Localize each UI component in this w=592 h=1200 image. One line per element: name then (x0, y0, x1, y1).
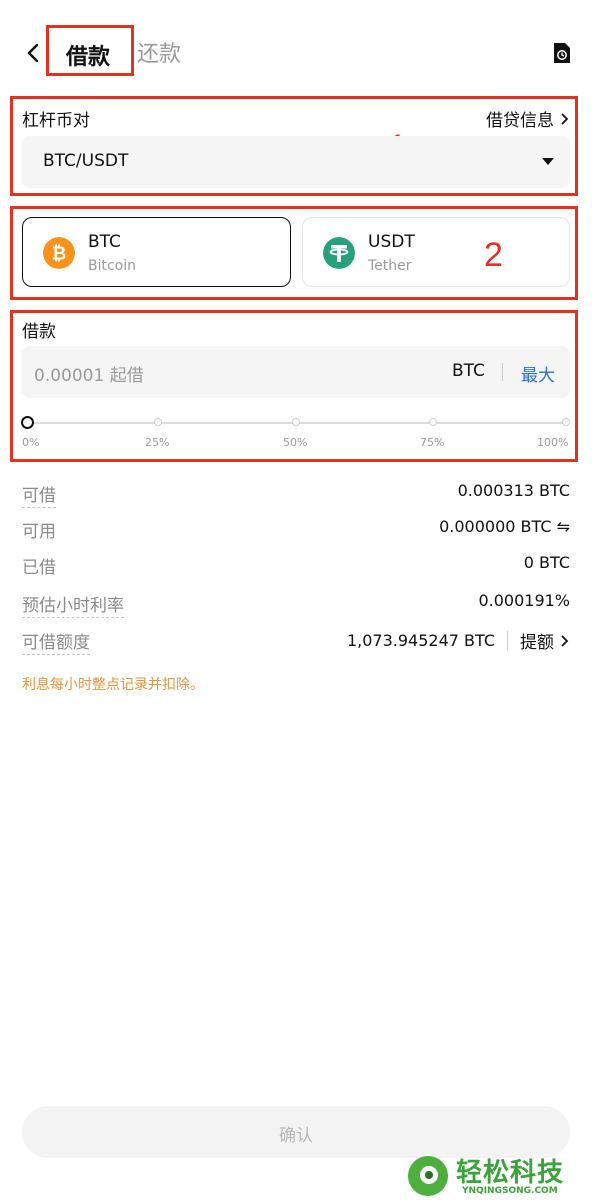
slider-tick[interactable] (562, 418, 570, 426)
svg-text:₿: ₿ (52, 244, 67, 265)
coin-name: Tether (368, 258, 412, 274)
coin-name: Bitcoin (88, 258, 137, 274)
amount-unit: BTC (452, 361, 485, 381)
tab-borrow-label: 借款 (66, 45, 111, 70)
watermark-brand: 轻松科技 (456, 1158, 565, 1188)
watermark-logo: 轻松科技 YNQINGSONG.COM (406, 1152, 592, 1200)
detail-value-text: 0.000313 BTC (457, 481, 570, 500)
slider-tick-label: 0% (22, 436, 40, 449)
raise-limit-button[interactable]: 提额 (520, 628, 554, 653)
caret-down-icon (542, 158, 554, 165)
amount-placeholder: 0.00001 起借 (34, 366, 144, 386)
detail-value-text: 0 BTC (523, 553, 570, 572)
coin-card-usdt[interactable]: USDT Tether (302, 217, 570, 287)
confirm-button[interactable]: 确认 (22, 1106, 570, 1158)
pair-label: 杠杆币对 (22, 111, 90, 131)
slider-tick[interactable] (292, 418, 300, 426)
detail-row-borrowable: 可借 0.000313 BTC (22, 481, 570, 508)
pair-select-value: BTC/USDT (43, 151, 129, 171)
detail-value: 0.000313 BTC (458, 481, 570, 500)
slider-tick-label: 25% (145, 436, 170, 449)
detail-value: 1,073.945247 BTC 提额 (347, 628, 570, 653)
detail-key: 可用 (22, 522, 56, 542)
detail-value-text: 0.000191% (478, 591, 570, 610)
slider-handle[interactable] (21, 416, 34, 429)
loan-info-label: 借贷信息 (486, 111, 554, 131)
detail-value: 0.000191% (478, 591, 570, 610)
detail-key: 已借 (22, 558, 56, 578)
detail-key[interactable]: 预估小时利率 (22, 591, 124, 618)
borrow-label: 借款 (22, 322, 56, 342)
chevron-right-icon[interactable] (560, 634, 570, 648)
detail-value-text: 0.000000 BTC ⇋ (439, 517, 570, 536)
detail-row-borrow-limit: 可借额度 1,073.945247 BTC 提额 (22, 628, 570, 655)
divider (507, 630, 508, 651)
order-history-icon[interactable] (551, 42, 573, 64)
borrow-amount-input[interactable]: 0.00001 起借 BTC 最大 (22, 346, 570, 398)
header: 借款 还款 (0, 0, 592, 100)
detail-key[interactable]: 可借额度 (22, 628, 90, 655)
slider-tick[interactable] (429, 418, 437, 426)
pair-select[interactable]: BTC/USDT (22, 136, 570, 188)
slider-tick-label: 75% (420, 436, 445, 449)
divider (502, 363, 503, 381)
tab-borrow[interactable]: 借款 (46, 25, 134, 76)
detail-row-hourly-rate: 预估小时利率 0.000191% (22, 591, 570, 618)
slider-tick-label: 100% (537, 436, 569, 449)
coin-card-btc[interactable]: ₿ BTC Bitcoin (22, 217, 291, 287)
slider-tick-label: 50% (283, 436, 308, 449)
detail-value-text: 1,073.945247 BTC (346, 631, 495, 650)
back-arrow-icon[interactable] (22, 40, 46, 66)
coin-symbol: USDT (368, 232, 415, 252)
loan-info-link[interactable]: 借贷信息 (486, 106, 570, 131)
detail-row-available: 可用 0.000000 BTC ⇋ (22, 517, 570, 542)
slider-tick[interactable] (154, 418, 162, 426)
tab-repay[interactable]: 还款 (137, 36, 181, 68)
watermark-pupil (425, 1171, 433, 1179)
confirm-button-label: 确认 (279, 1126, 313, 1146)
detail-value[interactable]: 0.000000 BTC ⇋ (439, 517, 570, 536)
detail-value: 0 BTC (524, 553, 570, 572)
chevron-right-icon (561, 112, 569, 125)
coin-symbol: BTC (88, 232, 121, 252)
max-button[interactable]: 最大 (521, 361, 555, 386)
bitcoin-icon: ₿ (43, 237, 75, 269)
interest-notice: 利息每小时整点记录并扣除。 (22, 677, 204, 693)
tether-icon (323, 237, 355, 269)
detail-row-borrowed: 已借 0 BTC (22, 553, 570, 578)
watermark-site: YNQINGSONG.COM (462, 1186, 558, 1196)
detail-key[interactable]: 可借 (22, 481, 56, 508)
